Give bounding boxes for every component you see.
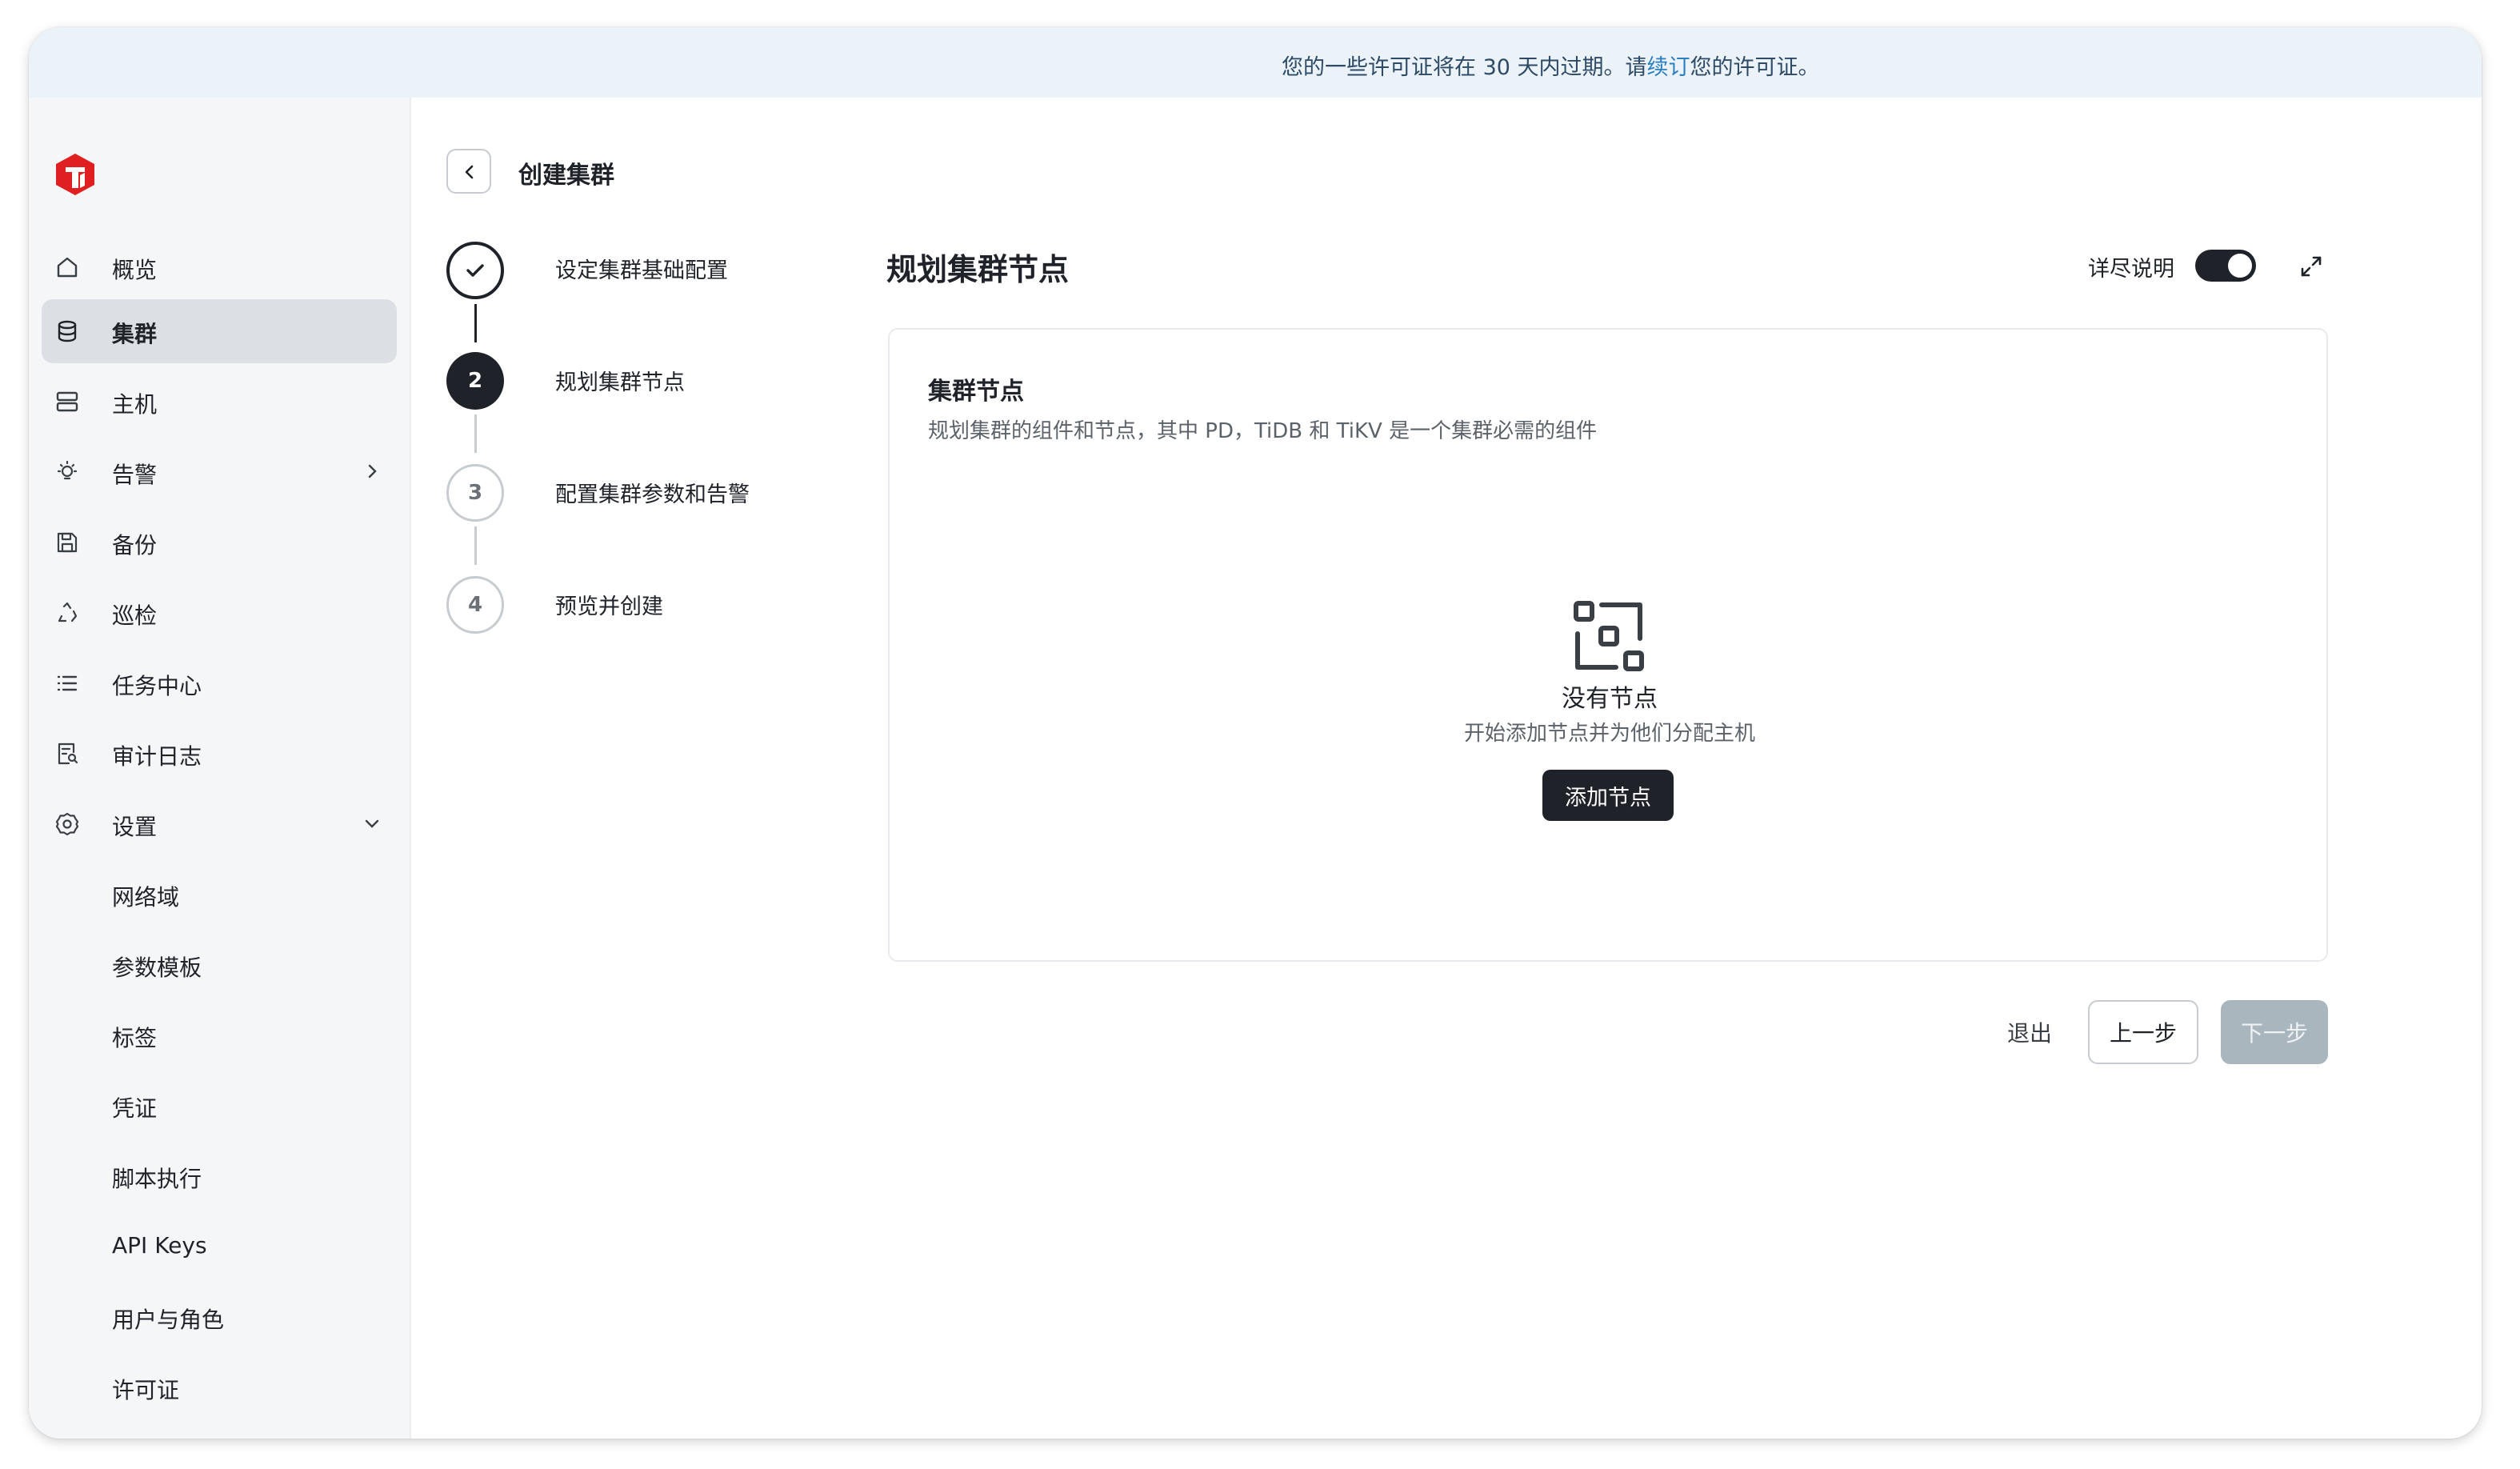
sidebar-subitem-parameter-templates[interactable]: 参数模板 — [42, 933, 397, 997]
sidebar-item-label: 告警 — [112, 462, 158, 488]
step-number: 2 — [467, 369, 483, 393]
sidebar-item-audit-log[interactable]: 审计日志 — [42, 722, 397, 786]
sidebar-item-label: 备份 — [112, 532, 158, 558]
sidebar-subitem-label: 许可证 — [112, 1377, 180, 1403]
chevron-right-icon — [360, 459, 384, 483]
app-window: 您的一些许可证将在 30 天内过期。请续订您的许可证。 概览 集群 主机 告警 … — [29, 27, 2482, 1439]
sidebar-item-hosts[interactable]: 主机 — [42, 370, 397, 434]
back-button[interactable] — [446, 149, 491, 194]
sidebar-subitem-label: API Keys — [112, 1232, 207, 1259]
server-icon — [54, 389, 80, 414]
step-3-label: 配置集群参数和告警 — [555, 482, 750, 507]
main-content: 创建集群 设定集群基础配置 2 规划集群节点 3 配置集群参数和告警 4 预览并… — [413, 98, 2482, 1439]
recycle-icon — [54, 600, 80, 626]
empty-state-title: 没有节点 — [1562, 685, 1658, 713]
step-connector — [474, 304, 477, 342]
detail-toggle[interactable] — [2195, 250, 2256, 282]
chevron-left-icon — [465, 165, 474, 179]
toggle-knob — [2228, 254, 2252, 278]
step-connector — [474, 414, 477, 453]
step-4-pending: 4 — [446, 576, 504, 634]
sidebar-item-settings[interactable]: 设置 — [42, 792, 397, 856]
step-number: 4 — [467, 593, 483, 617]
list-icon — [54, 670, 80, 696]
expand-icon[interactable] — [2298, 253, 2325, 280]
sidebar-item-label: 设置 — [112, 814, 158, 840]
empty-nodes-icon — [1571, 598, 1646, 674]
license-expiry-banner: 您的一些许可证将在 30 天内过期。请续订您的许可证。 — [29, 27, 2482, 98]
sidebar-subitem-users-roles[interactable]: 用户与角色 — [42, 1285, 397, 1349]
sidebar-item-label: 巡检 — [112, 602, 158, 629]
gear-icon — [54, 811, 80, 837]
detail-toggle-label: 详尽说明 — [2088, 257, 2174, 282]
sidebar-item-label: 集群 — [112, 321, 158, 347]
step-2-label: 规划集群节点 — [555, 370, 685, 395]
sidebar-item-label: 主机 — [112, 391, 158, 418]
card-title: 集群节点 — [928, 378, 1024, 406]
sidebar-item-alerts[interactable]: 告警 — [42, 440, 397, 504]
sidebar-subitem-api-keys[interactable]: API Keys — [42, 1215, 397, 1279]
banner-text-before: 您的一些许可证将在 30 天内过期。请 — [1282, 55, 1647, 80]
banner-text-after: 您的许可证。 — [1690, 55, 1820, 80]
home-icon — [54, 254, 80, 280]
sidebar-subitem-label: 凭证 — [112, 1095, 158, 1122]
sidebar-item-label: 任务中心 — [112, 673, 202, 699]
card-subtitle: 规划集群的组件和节点，其中 PD，TiDB 和 TiKV 是一个集群必需的组件 — [928, 419, 1598, 443]
cluster-nodes-card: 集群节点 规划集群的组件和节点，其中 PD，TiDB 和 TiKV 是一个集群必… — [888, 328, 2328, 962]
save-icon — [54, 530, 80, 555]
step-1-done — [446, 242, 504, 299]
add-node-button[interactable]: 添加节点 — [1542, 770, 1674, 821]
step-2-current: 2 — [446, 352, 504, 410]
previous-step-button[interactable]: 上一步 — [2088, 1000, 2198, 1064]
sidebar-subitem-script-execution[interactable]: 脚本执行 — [42, 1144, 397, 1208]
sidebar-item-label: 审计日志 — [112, 743, 202, 770]
sidebar-subitem-label: 脚本执行 — [112, 1166, 202, 1192]
audit-log-icon — [54, 741, 80, 767]
section-title: 规划集群节点 — [886, 252, 1070, 287]
sidebar-subitem-credentials[interactable]: 凭证 — [42, 1074, 397, 1138]
next-step-button[interactable]: 下一步 — [2221, 1000, 2328, 1064]
sidebar-subitem-label: 网络域 — [112, 884, 180, 911]
sidebar-subitem-label: 用户与角色 — [112, 1307, 225, 1333]
sidebar-item-clusters[interactable]: 集群 — [42, 299, 397, 363]
sidebar-subitem-label: 标签 — [112, 1025, 158, 1051]
step-number: 3 — [467, 481, 483, 505]
sidebar-subitem-licenses[interactable]: 许可证 — [42, 1355, 397, 1419]
sidebar-item-backup[interactable]: 备份 — [42, 510, 397, 574]
bulb-icon — [54, 459, 80, 485]
sidebar-subitem-label: 参数模板 — [112, 955, 202, 981]
step-4-label: 预览并创建 — [555, 594, 663, 619]
sidebar-item-label: 概览 — [112, 257, 158, 283]
step-connector — [474, 526, 477, 565]
empty-state-description: 开始添加节点并为他们分配主机 — [1463, 722, 1755, 746]
tidb-logo-icon[interactable] — [54, 152, 96, 197]
renew-link[interactable]: 续订 — [1647, 55, 1690, 80]
sidebar-subitem-network-domain[interactable]: 网络域 — [42, 863, 397, 927]
database-icon — [54, 318, 80, 344]
step-3-pending: 3 — [446, 464, 504, 522]
page-title: 创建集群 — [518, 162, 614, 190]
sidebar-subitem-labels[interactable]: 标签 — [42, 1003, 397, 1067]
exit-button[interactable]: 退出 — [1986, 1000, 2074, 1064]
check-icon — [466, 264, 484, 277]
sidebar: 概览 集群 主机 告警 备份 巡检 任务中心 审计日志 设置 网络域 参数模板 … — [29, 98, 411, 1439]
sidebar-item-task-center[interactable]: 任务中心 — [42, 651, 397, 715]
sidebar-item-inspection[interactable]: 巡检 — [42, 581, 397, 645]
sidebar-item-overview[interactable]: 概览 — [42, 235, 397, 299]
step-1-label: 设定集群基础配置 — [555, 258, 728, 283]
chevron-down-icon — [360, 811, 384, 835]
